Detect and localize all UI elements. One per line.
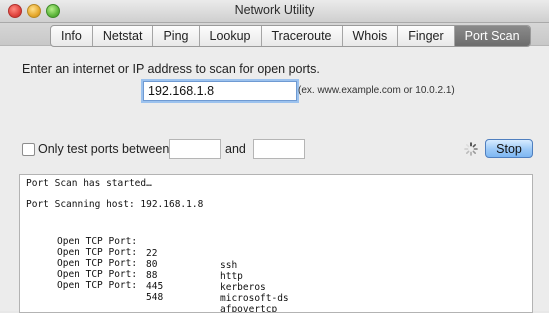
scan-output-area[interactable]: Port Scan has started… Port Scanning hos… <box>19 174 533 313</box>
tab-finger[interactable]: Finger <box>398 26 455 46</box>
title-bar: Network Utility <box>0 0 549 23</box>
tab-ping[interactable]: Ping <box>153 26 200 46</box>
tab-netstat[interactable]: Netstat <box>93 26 154 46</box>
network-utility-window: Network Utility Info Netstat Ping Lookup… <box>0 0 549 313</box>
segmented-tab-control: Info Netstat Ping Lookup Traceroute Whoi… <box>50 25 531 47</box>
output-port-row: Open TCP Port: 548 afpovertcp <box>57 268 277 312</box>
tab-port-scan[interactable]: Port Scan <box>454 26 530 46</box>
port-range-from-field[interactable] <box>169 139 221 159</box>
address-input[interactable] <box>143 81 297 101</box>
port-scan-panel: Enter an internet or IP address to scan … <box>0 46 549 313</box>
port-range-label[interactable]: Only test ports between <box>38 142 169 156</box>
port-range-checkbox[interactable] <box>22 143 35 156</box>
address-prompt: Enter an internet or IP address to scan … <box>22 62 320 76</box>
address-example-hint: (ex. www.example.com or 10.0.2.1) <box>298 85 455 96</box>
tab-traceroute[interactable]: Traceroute <box>262 26 343 46</box>
progress-spinner-icon <box>464 142 478 156</box>
tab-bar: Info Netstat Ping Lookup Traceroute Whoi… <box>0 23 549 47</box>
output-started-line: Port Scan has started… <box>26 178 152 189</box>
port-row-number: 548 <box>146 292 164 303</box>
port-range-row: Only test ports between and Stop <box>22 139 537 159</box>
port-row-label: Open TCP Port: <box>57 280 138 291</box>
tab-info[interactable]: Info <box>51 26 93 46</box>
output-host-line: Port Scanning host: 192.168.1.8 <box>26 199 204 210</box>
port-range-and-label: and <box>225 142 246 156</box>
stop-button[interactable]: Stop <box>485 139 533 158</box>
tab-whois[interactable]: Whois <box>343 26 399 46</box>
window-title: Network Utility <box>234 3 315 17</box>
port-row-service: afpovertcp <box>220 304 278 313</box>
tab-lookup[interactable]: Lookup <box>200 26 262 46</box>
port-range-to-field[interactable] <box>253 139 305 159</box>
